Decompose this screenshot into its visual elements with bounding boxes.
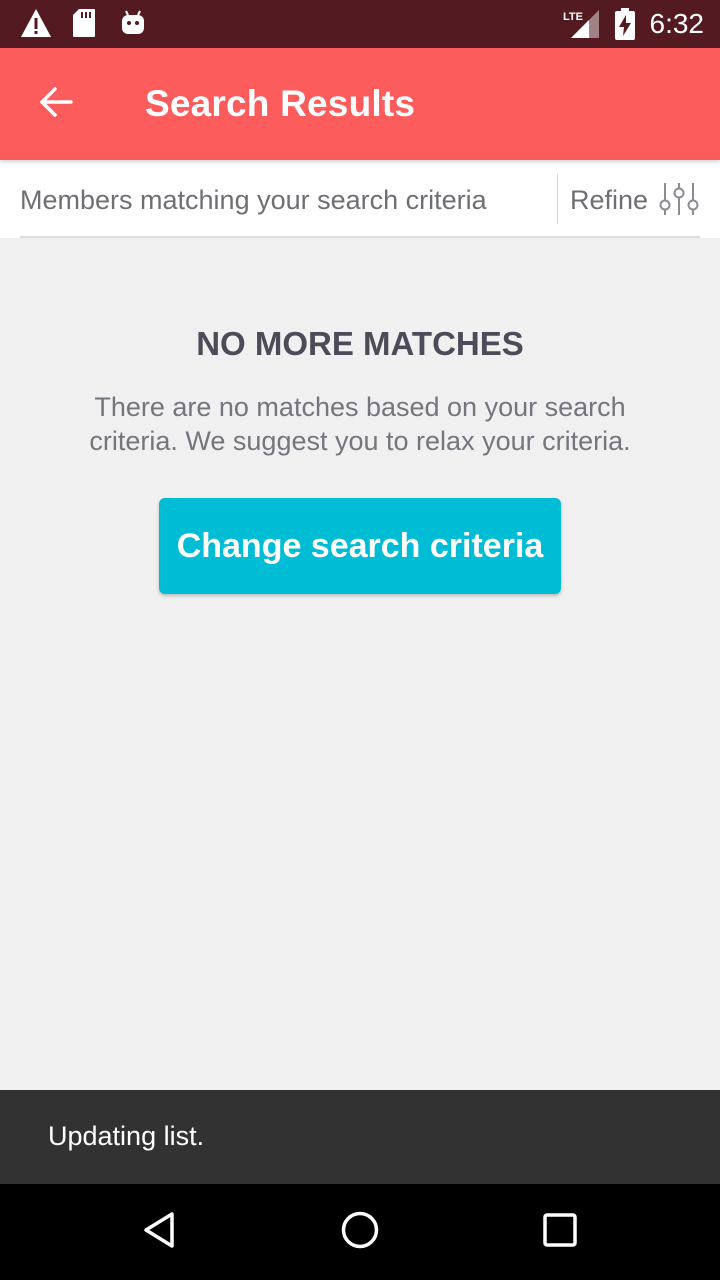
recents-square-icon xyxy=(540,1210,580,1255)
empty-state-message: There are no matches based on your searc… xyxy=(89,392,631,456)
refine-label: Refine xyxy=(570,185,649,215)
lte-signal-icon: LTE xyxy=(563,8,601,45)
empty-state-title: NO MORE MATCHES xyxy=(196,325,524,362)
refine-button[interactable]: Refine xyxy=(558,160,720,238)
subheader-underline xyxy=(20,236,700,238)
app-bar: Search Results xyxy=(0,48,720,160)
status-time: 6:32 xyxy=(649,8,705,39)
page-title: Search Results xyxy=(145,83,416,124)
results-subheader: Members matching your search criteria Re… xyxy=(0,160,720,238)
nav-recents-button[interactable] xyxy=(530,1202,590,1262)
arrow-back-icon xyxy=(38,84,74,125)
android-icon xyxy=(120,8,146,43)
warning-icon xyxy=(20,8,52,43)
snackbar: Updating list. xyxy=(0,1090,720,1184)
battery-charging-icon xyxy=(614,8,636,45)
home-circle-icon xyxy=(340,1210,380,1255)
change-search-criteria-button[interactable]: Change search criteria xyxy=(159,498,561,594)
back-triangle-icon xyxy=(140,1210,180,1255)
back-button[interactable] xyxy=(24,72,88,136)
system-nav-bar xyxy=(0,1184,720,1280)
status-bar: LTE 6:32 xyxy=(0,0,720,48)
sd-card-icon xyxy=(72,8,96,43)
snackbar-text: Updating list. xyxy=(48,1121,205,1151)
sliders-icon xyxy=(659,181,699,222)
network-label: LTE xyxy=(563,11,583,23)
nav-home-button[interactable] xyxy=(330,1202,390,1262)
nav-back-button[interactable] xyxy=(130,1202,190,1262)
members-matching-label: Members matching your search criteria xyxy=(20,185,487,215)
